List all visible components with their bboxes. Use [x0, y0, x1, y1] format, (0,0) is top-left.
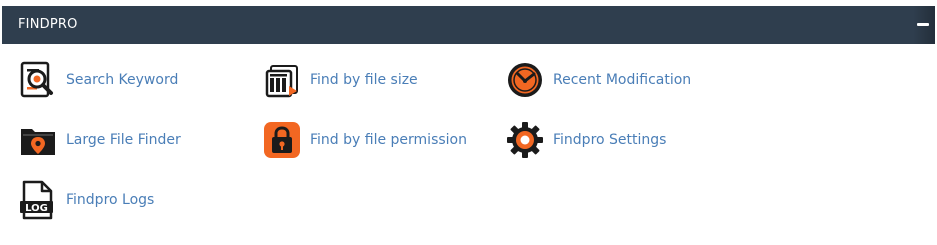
search-keyword-link[interactable]: Search Keyword [18, 58, 178, 102]
item-label: Recent Modification [553, 72, 692, 88]
folder-location-icon [21, 129, 55, 155]
findpro-settings-link[interactable]: Findpro Settings [505, 118, 666, 162]
item-label: Large File Finder [66, 132, 181, 148]
item-label: Find by file size [310, 72, 418, 88]
item-label: Findpro Logs [66, 192, 155, 208]
clock-icon [508, 63, 542, 97]
find-by-file-size-link[interactable]: Find by file size [262, 58, 418, 102]
find-by-file-permission-link[interactable]: Find by file permission [262, 118, 467, 162]
search-keyword-icon [20, 61, 53, 98]
file-size-icon [265, 65, 298, 98]
svg-text:LOG: LOG [25, 203, 48, 214]
lock-icon [264, 122, 300, 158]
panel-title: FINDPRO [18, 17, 78, 32]
collapse-button[interactable] [911, 6, 935, 44]
findpro-logs-link[interactable]: LOG Findpro Logs [18, 178, 154, 222]
large-file-finder-link[interactable]: Large File Finder [18, 118, 181, 162]
item-label: Findpro Settings [553, 132, 667, 148]
findpro-panel: FINDPRO Search Keyword Find by file size [2, 6, 935, 244]
recent-modification-link[interactable]: Recent Modification [505, 58, 691, 102]
gear-icon [507, 122, 543, 158]
item-label: Find by file permission [310, 132, 467, 148]
minus-icon [917, 23, 929, 26]
item-label: Search Keyword [66, 72, 179, 88]
log-file-icon: LOG [20, 180, 53, 220]
panel-header[interactable]: FINDPRO [2, 6, 935, 44]
